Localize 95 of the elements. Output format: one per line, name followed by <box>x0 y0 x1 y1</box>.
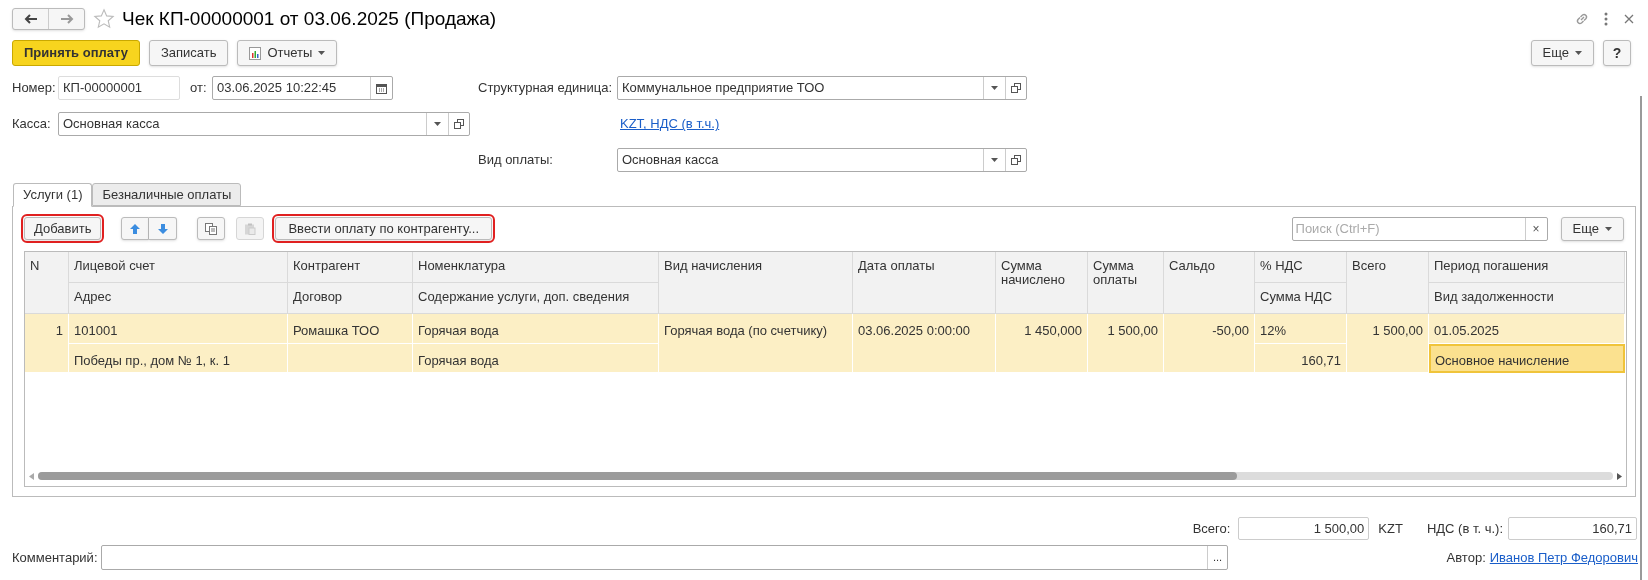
table-cell: Победы пр., дом № 1, к. 1 <box>69 344 288 373</box>
date-field[interactable]: 03.06.2025 10:22:45 <box>212 76 393 100</box>
column-header: Сумма оплаты <box>1088 252 1164 314</box>
table-cell: 12% <box>1255 314 1347 344</box>
total-field: 1 500,00 <box>1238 517 1370 540</box>
unit-field[interactable]: Коммунальное предприятие ТОО <box>617 76 1027 100</box>
caret-icon <box>434 122 441 126</box>
author-label: Автор: <box>1446 548 1486 567</box>
field-label: Вид оплаты: <box>478 151 554 170</box>
scroll-left-icon[interactable] <box>29 472 34 480</box>
caret-icon <box>991 158 998 162</box>
down-arrow-icon <box>156 222 169 235</box>
column-header: Всего <box>1347 252 1429 314</box>
table-cell: 160,71 <box>1255 344 1347 373</box>
column-header: Вид задолженности <box>1429 283 1625 314</box>
table-cell: 1 500,00 <box>1088 314 1164 373</box>
column-header: Номенклатура <box>413 252 659 283</box>
reports-button[interactable]: Отчеты <box>237 40 338 66</box>
scrollbar-thumb[interactable] <box>38 472 1237 480</box>
link-icon[interactable] <box>1574 11 1590 27</box>
counterparty-payment-button[interactable]: Ввести оплату по контрагенту... <box>275 217 492 240</box>
save-button[interactable]: Записать <box>148 40 229 66</box>
select-button[interactable]: ... <box>1207 546 1227 569</box>
column-header: Договор <box>288 283 413 314</box>
column-header: Период погашения <box>1429 252 1625 283</box>
author-link[interactable]: Иванов Петр Федорович <box>1489 547 1638 568</box>
comment-label: Комментарий: <box>12 548 99 567</box>
caret-icon <box>991 86 998 90</box>
table-cell: Горячая вода (по счетчику) <box>659 314 853 373</box>
vat-field: 160,71 <box>1508 517 1637 540</box>
caret-icon <box>1575 51 1582 55</box>
copy-icon <box>205 222 218 235</box>
column-header: Содержание услуги, доп. сведения <box>413 283 659 314</box>
horizontal-scrollbar[interactable] <box>26 469 1625 483</box>
add-button[interactable]: Добавить <box>24 217 102 240</box>
open-window-icon <box>454 119 464 129</box>
more-button[interactable]: Еще <box>1560 216 1624 241</box>
table-cell: 1 450,000 <box>996 314 1088 373</box>
table-cell: 101001 <box>69 314 288 344</box>
copy-button[interactable] <box>197 217 226 240</box>
column-header: Лицевой счет <box>69 252 288 283</box>
clear-button[interactable]: × <box>1524 217 1547 240</box>
report-icon <box>249 46 262 60</box>
field-label: Касса: <box>12 115 52 134</box>
scroll-right-icon[interactable] <box>1617 472 1622 480</box>
payment-type-field[interactable]: Основная касса <box>617 148 1027 172</box>
currency-label: KZT <box>1378 519 1403 538</box>
column-header: Вид начисления <box>659 252 853 314</box>
cash-desk-field[interactable]: Основная касса <box>58 112 470 136</box>
table-cell: 1 <box>25 314 69 373</box>
column-header: % НДС <box>1255 252 1347 283</box>
back-arrow-icon <box>23 14 38 24</box>
open-window-icon <box>1011 155 1021 165</box>
caret-icon <box>318 51 326 55</box>
forward-arrow-icon <box>59 14 74 24</box>
field-label: Структурная единица: <box>478 79 614 98</box>
window-title: Чек КП-00000001 от 03.06.2025 (Продажа) <box>122 6 497 31</box>
table-cell: Ромашка ТОО <box>288 314 413 344</box>
help-button[interactable]: ? <box>1603 40 1631 66</box>
close-icon[interactable] <box>1624 14 1634 24</box>
tab[interactable]: Безналичные оплаты <box>92 183 242 206</box>
calendar-icon <box>376 82 387 94</box>
table-cell: Основное начисление <box>1429 344 1625 373</box>
table-cell: 01.05.2025 <box>1429 314 1625 344</box>
more-button[interactable]: Еще <box>1530 40 1594 66</box>
accept-payment-button[interactable]: Принять оплату <box>12 40 140 66</box>
column-header: Сумма НДС <box>1255 283 1347 314</box>
field-label: Номер: <box>12 79 57 98</box>
search-field[interactable]: Поиск (Ctrl+F) × <box>1291 216 1548 241</box>
vat-label: НДС (в т. ч.): <box>1426 519 1503 538</box>
star-icon[interactable] <box>93 8 115 30</box>
column-header: Сальдо <box>1164 252 1255 314</box>
field-label: от: <box>190 79 208 98</box>
table-cell: Горячая вода <box>413 314 659 344</box>
move-up-button[interactable] <box>121 217 150 240</box>
table-cell: Горячая вода <box>413 344 659 373</box>
column-header: Контрагент <box>288 252 413 283</box>
total-label: Всего: <box>1192 519 1231 538</box>
column-header: Дата оплаты <box>853 252 996 314</box>
table-cell: 1 500,00 <box>1347 314 1429 373</box>
caret-icon <box>1605 226 1612 231</box>
move-down-button[interactable] <box>149 217 178 240</box>
tab[interactable]: Услуги (1) <box>13 183 93 207</box>
more-icon[interactable] <box>1604 12 1608 26</box>
currency-link[interactable]: KZT, НДС (в т.ч.) <box>620 114 720 134</box>
column-header: N <box>25 252 69 314</box>
table-cell: 03.06.2025 0:00:00 <box>853 314 996 373</box>
table-cell: -50,00 <box>1164 314 1255 373</box>
paste-icon <box>244 222 257 235</box>
open-window-icon <box>1011 83 1021 93</box>
up-arrow-icon <box>129 222 142 235</box>
number-field[interactable]: КП-00000001 <box>58 76 180 100</box>
comment-field[interactable]: ... <box>101 545 1228 570</box>
column-header: Адрес <box>69 283 288 314</box>
column-header: Сумма начислено <box>996 252 1088 314</box>
